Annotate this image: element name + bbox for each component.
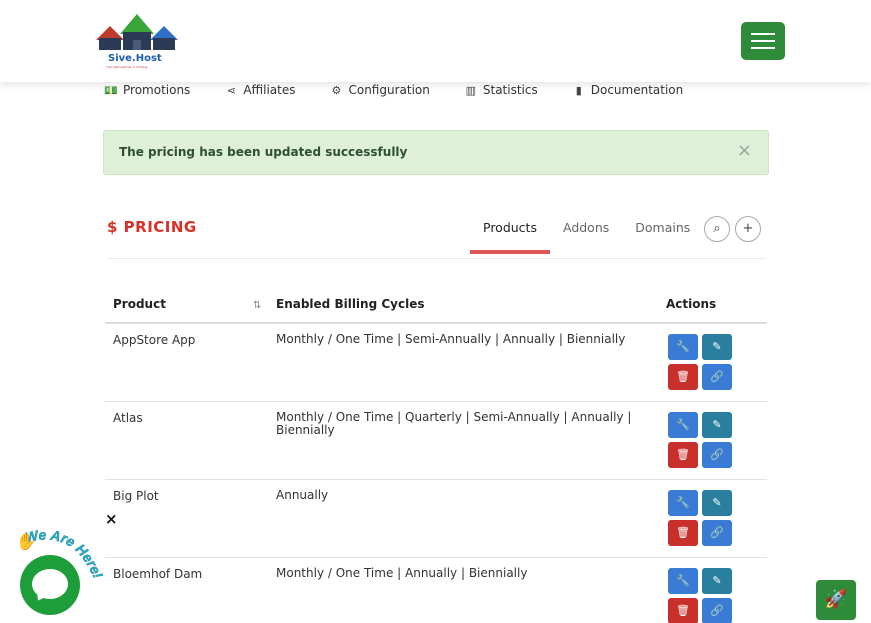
- table-row: AppStore App Monthly / One Time | Semi-A…: [105, 324, 767, 402]
- sort-icon[interactable]: ⇅: [253, 300, 261, 311]
- nav-label: Documentation: [590, 83, 684, 97]
- billing-cycles: Annually: [276, 488, 329, 502]
- alert-message: The pricing has been updated successfull…: [119, 145, 408, 159]
- edit-button[interactable]: ✎: [702, 568, 732, 594]
- add-button[interactable]: +: [735, 216, 761, 242]
- billing-cycles: Monthly / One Time | Quarterly | Semi-An…: [276, 410, 632, 437]
- link-button[interactable]: 🔗: [702, 364, 732, 390]
- delete-button[interactable]: 🗑: [668, 442, 698, 468]
- pencil-icon: ✎: [712, 496, 722, 509]
- menu-toggle-button[interactable]: [741, 22, 785, 60]
- billing-cycles: Monthly / One Time | Semi-Annually | Ann…: [276, 332, 626, 346]
- top-navbar: Sive.Host The right partner in hosting: [0, 0, 871, 82]
- nav-statistics[interactable]: ▥ Statistics: [463, 83, 538, 97]
- nav-label: Statistics: [482, 83, 538, 97]
- configure-button[interactable]: 🔧: [668, 412, 698, 438]
- admin-subnav: 💵 Promotions ⋖ Affiliates ⚙ Configuratio…: [103, 80, 716, 100]
- site-logo[interactable]: Sive.Host The right partner in hosting: [90, 12, 185, 70]
- share-icon: ⋖: [226, 83, 236, 97]
- link-icon: 🔗: [710, 448, 724, 461]
- chat-button[interactable]: [20, 555, 80, 615]
- trash-icon: 🗑: [676, 604, 690, 617]
- menu-bar-icon: [751, 40, 775, 42]
- nav-promotions[interactable]: 💵 Promotions: [103, 83, 190, 97]
- nav-label: Affiliates: [243, 83, 296, 97]
- delete-button[interactable]: 🗑: [668, 598, 698, 623]
- table-row: Big Plot Annually 🔧 ✎ 🗑 🔗: [105, 480, 767, 558]
- nav-label: Promotions: [123, 83, 191, 97]
- edit-button[interactable]: ✎: [702, 490, 732, 516]
- logo-text: Sive.Host: [108, 53, 162, 64]
- link-button[interactable]: 🔗: [702, 442, 732, 468]
- scroll-top-button[interactable]: 🚀: [816, 580, 856, 620]
- pricing-tabs: Products Addons Domains: [470, 214, 703, 254]
- product-name: Bloemhof Dam: [113, 567, 203, 581]
- edit-button[interactable]: ✎: [702, 412, 732, 438]
- rocket-icon: 🚀: [824, 589, 848, 610]
- wrench-icon: 🔧: [676, 496, 690, 509]
- wrench-icon: 🔧: [676, 418, 690, 431]
- configure-button[interactable]: 🔧: [668, 490, 698, 516]
- pencil-icon: ✎: [712, 418, 722, 431]
- product-name: Atlas: [113, 411, 143, 425]
- trash-icon: 🗑: [676, 370, 690, 383]
- close-icon[interactable]: ×: [737, 142, 752, 160]
- wrench-icon: 🔧: [676, 340, 690, 353]
- configure-button[interactable]: 🔧: [668, 334, 698, 360]
- product-name: AppStore App: [113, 333, 196, 347]
- link-button[interactable]: 🔗: [702, 520, 732, 546]
- tab-domains[interactable]: Domains: [622, 214, 703, 254]
- money-icon: 💵: [104, 83, 118, 97]
- search-button[interactable]: ⌕: [704, 216, 730, 242]
- tab-addons[interactable]: Addons: [550, 214, 622, 254]
- nav-affiliates[interactable]: ⋖ Affiliates: [223, 83, 296, 97]
- menu-bar-icon: [751, 33, 775, 35]
- chat-close-icon[interactable]: ×: [105, 510, 118, 528]
- billing-cycles: Monthly / One Time | Annually | Biennial…: [276, 566, 528, 580]
- divider: [107, 258, 766, 259]
- book-icon: ▮: [575, 83, 582, 97]
- table-row: Bloemhof Dam Monthly / One Time | Annual…: [105, 558, 767, 623]
- link-icon: 🔗: [710, 370, 724, 383]
- page-title: $ PRICING: [107, 218, 197, 236]
- plus-icon: +: [742, 221, 754, 236]
- success-alert: The pricing has been updated successfull…: [103, 130, 769, 175]
- configure-button[interactable]: 🔧: [668, 568, 698, 594]
- table-row: Atlas Monthly / One Time | Quarterly | S…: [105, 402, 767, 480]
- tab-products[interactable]: Products: [470, 214, 550, 254]
- menu-bar-icon: [751, 47, 775, 49]
- nav-configuration[interactable]: ⚙ Configuration: [328, 83, 430, 97]
- delete-button[interactable]: 🗑: [668, 520, 698, 546]
- pencil-icon: ✎: [712, 574, 722, 587]
- column-header-actions: Actions: [666, 297, 717, 311]
- nav-label: Configuration: [348, 83, 430, 97]
- search-icon: ⌕: [713, 221, 721, 236]
- bar-chart-icon: ▥: [465, 83, 477, 97]
- nav-documentation[interactable]: ▮ Documentation: [571, 83, 684, 97]
- page: Sive.Host The right partner in hosting 💵…: [0, 0, 871, 623]
- column-header-cycles: Enabled Billing Cycles: [276, 297, 425, 311]
- edit-button[interactable]: ✎: [702, 334, 732, 360]
- trash-icon: 🗑: [676, 526, 690, 539]
- cogs-icon: ⚙: [331, 83, 342, 97]
- link-button[interactable]: 🔗: [702, 598, 732, 623]
- pencil-icon: ✎: [712, 340, 722, 353]
- delete-button[interactable]: 🗑: [668, 364, 698, 390]
- column-header-product[interactable]: Product: [113, 297, 166, 311]
- link-icon: 🔗: [710, 604, 724, 617]
- logo-tagline: The right partner in hosting: [106, 65, 148, 69]
- wave-hand-icon: ✋: [16, 532, 36, 551]
- product-name: Big Plot: [113, 489, 159, 503]
- link-icon: 🔗: [710, 526, 724, 539]
- trash-icon: 🗑: [676, 448, 690, 461]
- wrench-icon: 🔧: [676, 574, 690, 587]
